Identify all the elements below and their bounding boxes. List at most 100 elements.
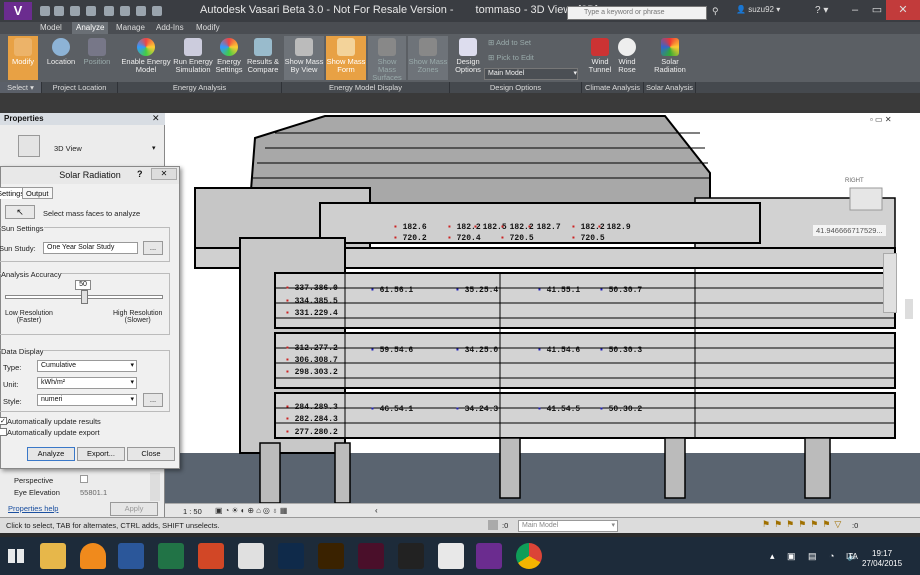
scroll-left-icon[interactable]: ‹ [375,506,378,515]
close-hidden-icon[interactable] [152,6,162,16]
add-to-set-button[interactable]: ⊞ Add to Set [488,38,531,47]
autocad-icon[interactable] [438,543,464,569]
viewport-restore-icon[interactable]: ▫ ▭ ✕ [870,115,892,124]
properties-scrollbar[interactable] [150,473,160,501]
value-text: 61.56.1 [374,286,414,295]
radiation-value: ▪ 46.54.1 [370,405,413,414]
vertical-scrollbar[interactable] [905,299,913,319]
tab-model[interactable]: Model [36,22,66,34]
energy-settings-button[interactable]: Energy Settings [214,36,244,80]
accuracy-slider-thumb[interactable] [81,290,88,304]
style-select[interactable]: numeri ▾ [37,394,137,406]
app-logo-icon[interactable]: V [4,2,32,20]
run-energy-button[interactable]: Run Energy Simulation [172,36,214,80]
panel-solar-analysis: Solar Analysis [644,82,696,93]
measure-icon[interactable] [104,6,114,16]
tab-add-ins[interactable]: Add-Ins [152,22,188,34]
language-indicator[interactable]: ITA [846,552,858,561]
close-icon[interactable]: ✕ [886,0,920,20]
accuracy-value-box: 50 [75,280,91,290]
text-icon[interactable] [120,6,130,16]
3d-viewport[interactable]: RIGHT 41.946666717529... ▫ ▭ ✕ ▪ 182.6 ▪ … [165,113,920,503]
undo-icon[interactable] [70,6,80,16]
solar-radiation-button[interactable]: Solar Radiation [650,36,690,80]
view-cube-icon[interactable] [849,187,883,211]
position-button[interactable]: Position [80,36,114,80]
search-input[interactable]: Type a keyword or phrase [567,6,707,20]
acrobat-icon[interactable] [238,543,264,569]
default-3d-icon[interactable] [136,6,146,16]
dialog-help-icon[interactable]: ? [137,169,143,179]
excel-icon[interactable] [158,543,184,569]
analyze-button[interactable]: Analyze [27,447,75,461]
export-button[interactable]: Export... [77,447,125,461]
style-value: numeri [41,396,63,403]
pick-to-edit-button[interactable]: ⊞ Pick to Edit [488,53,534,62]
design-option-select[interactable]: Main Model ▾ [484,68,578,80]
wind-tunnel-button[interactable]: Wind Tunnel [586,36,614,80]
panel-select[interactable]: Select ▾ [0,82,42,93]
powerpoint-icon[interactable] [198,543,224,569]
system-clock[interactable]: 19:17 27/04/2015 [862,549,902,569]
apply-button[interactable]: Apply [110,502,158,516]
eye-elevation-value[interactable]: 55801.1 [80,488,107,497]
design-options-button[interactable]: Design Options [452,36,484,80]
show-mass-by-view-button[interactable]: Show Mass By View [284,36,324,80]
pick-to-edit-label: Pick to Edit [496,53,534,62]
enable-energy-label: Enable Energy Model [121,57,171,74]
results-compare-button[interactable]: Results & Compare [244,36,282,80]
save-icon[interactable] [54,6,64,16]
tab-manage[interactable]: Manage [112,22,149,34]
radiation-value: ▪ 50.30.7 [599,286,642,295]
value-text: 182.6 [397,223,427,232]
illustrator-icon[interactable] [318,543,344,569]
properties-close-icon[interactable]: ✕ [152,113,160,124]
tab-analyze[interactable]: Analyze [72,22,109,34]
vlc-icon[interactable] [80,543,106,569]
show-mass-surfaces-button[interactable]: Show Mass Surfaces [368,36,406,82]
properties-help-link[interactable]: Properties help [8,504,58,513]
tab-output[interactable]: Output [22,187,53,199]
view-type-dropdown-icon[interactable]: ▾ [152,144,156,152]
inkscape-icon[interactable] [398,543,424,569]
sun-study-browse-button[interactable]: ... [143,241,163,255]
navigation-bar[interactable] [883,253,897,313]
status-zero: :0 [502,521,509,530]
enable-energy-button[interactable]: Enable Energy Model [120,36,172,80]
auto-update-checkbox[interactable]: ✓ [0,417,7,425]
help-icon[interactable]: ? ▾ [815,5,828,16]
close-button[interactable]: Close [127,447,175,461]
user-name[interactable]: 👤 suzu92 ▾ [736,5,780,14]
tab-modify[interactable]: Modify [192,22,224,34]
modify-button[interactable]: Modify [8,36,38,80]
windows-start-icon[interactable] [8,549,24,563]
dialog-close-icon[interactable]: ✕ [151,168,177,180]
user-icon: 👤 [736,5,749,14]
open-icon[interactable] [40,6,50,16]
word-icon[interactable] [118,543,144,569]
scale-label[interactable]: 1 : 50 [183,507,202,516]
wind-rose-button[interactable]: Wind Rose [614,36,640,80]
worksets-icon[interactable] [488,520,498,530]
photoshop-icon[interactable] [278,543,304,569]
select-faces-button[interactable]: ↖ [5,205,35,219]
type-select[interactable]: Cumulative ▾ [37,360,137,372]
indesign-icon[interactable] [358,543,384,569]
auto-export-checkbox[interactable] [0,428,7,436]
sun-study-field[interactable]: One Year Solar Study [43,242,138,254]
style-browse-button[interactable]: ... [143,393,163,407]
vasari-taskbar-icon[interactable] [476,543,502,569]
search-icon[interactable]: ⚲ [712,6,719,17]
status-design-option-select[interactable]: Main Model ▾ [518,520,618,532]
show-mass-zones-button[interactable]: Show Mass Zones [408,36,448,80]
view-control-icons[interactable]: ▣◔☀◐⊕⌂◎♁▦ [215,506,289,515]
view-type-label: 3D View [54,144,82,153]
perspective-checkbox[interactable] [80,475,88,483]
chrome-icon[interactable] [516,543,542,569]
location-button[interactable]: Location [44,36,78,80]
selection-filter-icons[interactable]: ⚑⚑⚑⚑⚑⚑▽ [762,519,845,530]
file-explorer-icon[interactable] [40,543,66,569]
redo-icon[interactable] [86,6,96,16]
show-mass-form-button[interactable]: Show Mass Form [326,36,366,80]
unit-select[interactable]: kWh/m² ▾ [37,377,137,389]
